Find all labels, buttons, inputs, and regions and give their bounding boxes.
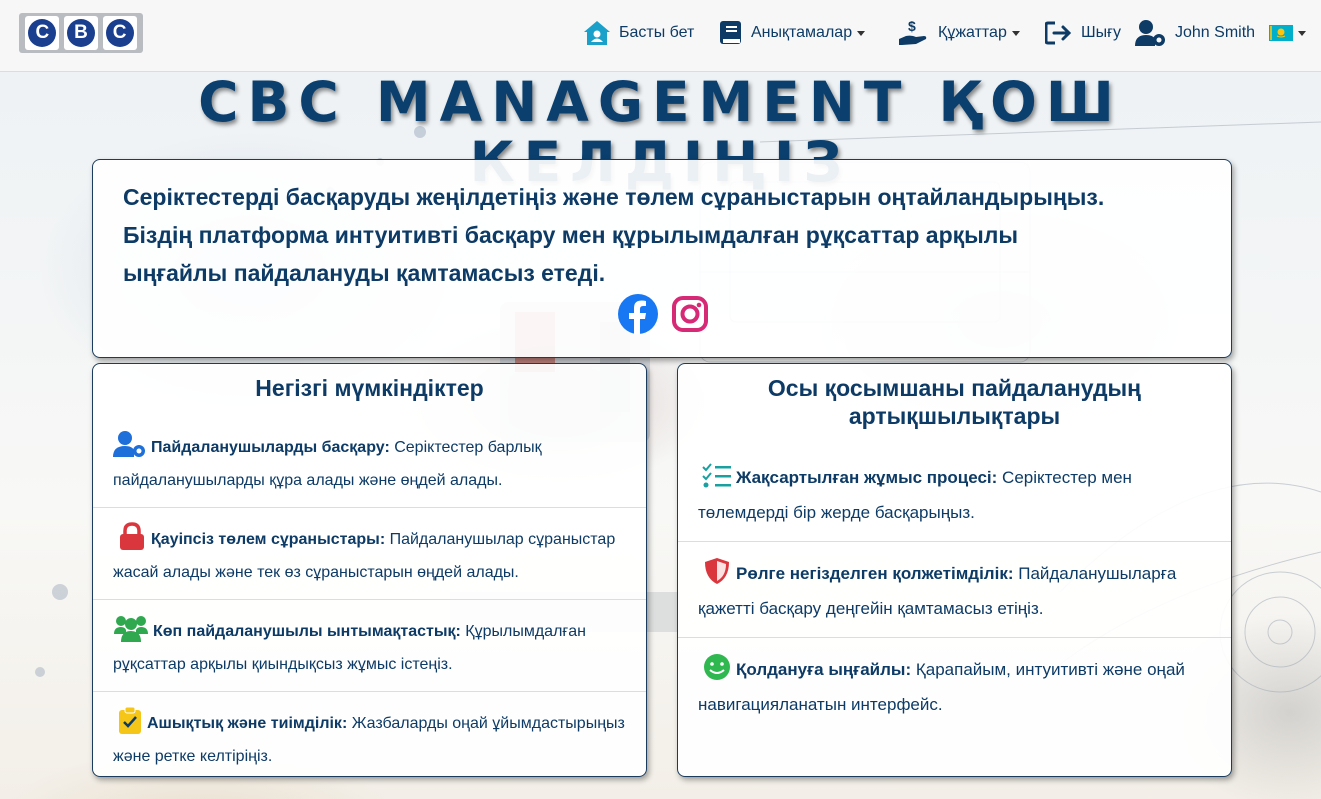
feature-item: Пайдаланушыларды басқару: Серіктестер ба… <box>93 416 646 508</box>
nav-documents-dropdown[interactable]: $ Құжаттар <box>898 18 1020 48</box>
intro-card: Серіктестерді басқаруды жеңілдетіңіз жән… <box>92 159 1232 358</box>
caret-down-icon <box>1298 30 1307 36</box>
feature-title: Ашықтық және тиімділік: <box>147 715 348 732</box>
user-gear-icon <box>113 431 145 457</box>
svg-text:$: $ <box>908 19 916 34</box>
kz-flag-icon <box>1269 25 1294 41</box>
nav-references-dropdown[interactable]: Анықтамалар <box>719 18 866 48</box>
benefits-card: Осы қосымшаны пайдаланудың артықшылықтар… <box>677 363 1232 777</box>
benefits-list: Жақсартылған жұмыс процесі: Серіктестер … <box>678 446 1231 733</box>
users-icon <box>114 616 148 642</box>
logo-letter-c2: C <box>105 19 134 47</box>
cbc-logo[interactable]: C B C <box>19 13 143 53</box>
user-gear-icon <box>1135 20 1165 46</box>
feature-title: Пайдаланушыларды басқару: <box>151 439 390 456</box>
benefits-title: Осы қосымшаны пайдаланудың артықшылықтар… <box>767 375 1142 429</box>
benefit-item: Қолдануға ыңғайлы: Қарапайым, интуитивті… <box>678 638 1231 733</box>
nav-home[interactable]: Басты бет <box>583 18 694 48</box>
logo-letter: B <box>63 16 98 50</box>
book-icon <box>720 21 741 44</box>
features-title: Негізгі мүмкіндіктер <box>255 375 484 401</box>
logo-letter: C <box>102 16 137 50</box>
social-links <box>618 294 710 334</box>
feature-title: Көп пайдаланушылы ынтымақтастық: <box>153 623 461 640</box>
facebook-icon[interactable] <box>618 294 658 334</box>
features-list: Пайдаланушыларды басқару: Серіктестер ба… <box>93 416 646 783</box>
list-check-icon <box>702 463 731 488</box>
nav-references-label: Анықтамалар <box>751 24 853 41</box>
benefit-title: Рөлге негізделген қолжетімділік: <box>736 564 1014 583</box>
instagram-icon[interactable] <box>670 294 710 334</box>
nav-user-dropdown[interactable]: John Smith <box>1135 18 1307 48</box>
logout-icon <box>1045 21 1072 45</box>
nav-logout[interactable]: Шығу <box>1045 18 1121 48</box>
nav-user-name: John Smith <box>1175 24 1256 41</box>
feature-item: Ашықтық және тиімділік: Жазбаларды оңай … <box>93 692 646 783</box>
caret-down-icon <box>857 30 866 36</box>
hand-dollar-icon: $ <box>899 19 927 45</box>
logo-letter-b: B <box>66 19 95 47</box>
benefit-item: Рөлге негізделген қолжетімділік: Пайдала… <box>678 542 1231 638</box>
intro-text: Серіктестерді басқаруды жеңілдетіңіз жән… <box>123 178 1201 292</box>
nav-logout-label: Шығу <box>1081 24 1121 41</box>
navbar: C B C Басты бет Анықтамалар $ Құжаттар Ш… <box>0 0 1321 72</box>
intro-line: ыңғайлы пайдалануды қамтамасыз етеді. <box>123 260 606 286</box>
features-card: Негізгі мүмкіндіктер Пайдаланушыларды ба… <box>92 363 647 777</box>
logo-letter: C <box>25 16 60 50</box>
feature-item: Қауіпсіз төлем сұраныстары: Пайдаланушыл… <box>93 508 646 600</box>
home-icon <box>584 21 610 45</box>
shield-icon <box>705 558 729 584</box>
benefit-title: Жақсартылған жұмыс процесі: <box>736 468 998 487</box>
intro-line: Біздің платформа интуитивті басқару мен … <box>123 222 1019 248</box>
feature-title: Қауіпсіз төлем сұраныстары: <box>151 531 386 548</box>
benefit-item: Жақсартылған жұмыс процесі: Серіктестер … <box>678 446 1231 542</box>
clipboard-check-icon <box>119 706 141 734</box>
lock-icon <box>120 522 144 550</box>
intro-line: Серіктестерді басқаруды жеңілдетіңіз жән… <box>123 184 1105 210</box>
nav-documents-label: Құжаттар <box>938 24 1007 41</box>
benefit-title: Қолдануға ыңғайлы: <box>736 660 912 679</box>
nav-home-label: Басты бет <box>619 24 695 41</box>
caret-down-icon <box>1011 30 1020 36</box>
feature-item: Көп пайдаланушылы ынтымақтастық: Құрылым… <box>93 600 646 692</box>
smile-icon <box>704 654 730 680</box>
logo-letter-c: C <box>28 19 57 47</box>
